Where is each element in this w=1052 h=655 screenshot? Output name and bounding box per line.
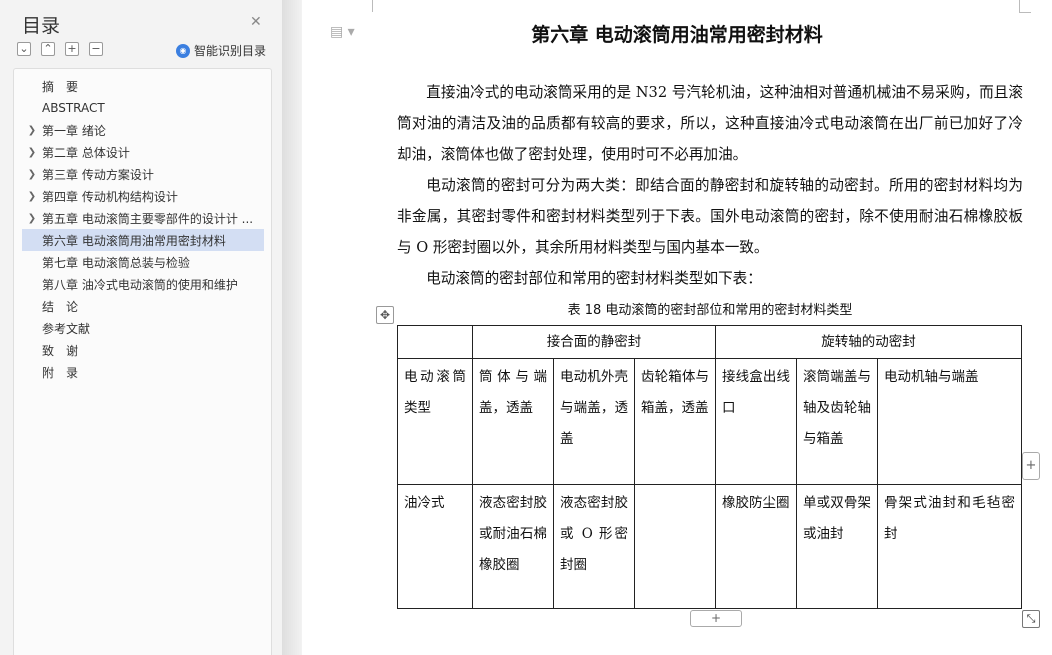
toc-item-label: 参考文献 xyxy=(42,321,91,336)
table-cell: 液态密封胶或耐油石棉橡胶圈 xyxy=(472,484,554,609)
table-row: 油冷式 液态密封胶或耐油石棉橡胶圈 液态密封胶或 O 形密封圈 橡胶防尘圈 单或… xyxy=(397,484,1022,609)
table-cell: 橡胶防尘圈 xyxy=(715,484,797,609)
page-margin-mark xyxy=(1019,12,1031,13)
chevron-right-icon[interactable]: ❯ xyxy=(22,125,42,136)
toc-item-label: 致 谢 xyxy=(42,343,79,358)
add-heading-icon[interactable]: + xyxy=(65,42,79,56)
add-column-button[interactable]: + xyxy=(1022,452,1040,480)
table-cell: 油冷式 xyxy=(397,484,473,609)
toc-list: 摘 要 ABSTRACT ❯ 第一章 绪论 ❯ 第二章 总体设计 ❯ 第三章 传… xyxy=(13,68,272,655)
toc-title: 目录 xyxy=(22,15,61,37)
resize-table-icon[interactable]: ⤡ xyxy=(1022,610,1040,628)
toc-item-label: ABSTRACT xyxy=(42,101,105,115)
toc-item-chapter-6[interactable]: 第六章 电动滚筒用油常用密封材料 xyxy=(22,229,264,251)
dynamic-seal-header: 旋转轴的动密封 xyxy=(715,325,1022,359)
toc-item-chapter-4[interactable]: ❯ 第四章 传动机构结构设计 xyxy=(22,185,264,207)
table-cell: 筒体与端盖，透盖 xyxy=(472,358,554,485)
toc-item-chapter-2[interactable]: ❯ 第二章 总体设计 xyxy=(22,141,264,163)
page-margin-mark xyxy=(372,0,373,12)
toc-item-conclusion[interactable]: 结 论 xyxy=(22,295,264,317)
chapter-title: 第六章 电动滚筒用油常用密封材料 xyxy=(531,24,823,46)
toc-item-abstract-en[interactable]: ABSTRACT xyxy=(22,97,264,119)
chevron-right-icon[interactable]: ❯ xyxy=(22,169,42,180)
panel-divider[interactable] xyxy=(282,0,302,655)
toc-item-chapter-8[interactable]: 第八章 油冷式电动滚筒的使用和维护 xyxy=(22,273,264,295)
table-cell xyxy=(634,484,716,609)
expand-all-icon[interactable]: ⌄ xyxy=(17,42,31,56)
table-cell: 齿轮箱体与箱盖，透盖 xyxy=(634,358,716,485)
toc-item-appendix[interactable]: 附 录 xyxy=(22,361,264,383)
page-margin-mark xyxy=(1019,0,1020,12)
table-cell: 接线盒出线口 xyxy=(715,358,797,485)
ai-icon: ◉ xyxy=(176,43,190,58)
toc-item-label: 摘 要 xyxy=(42,79,79,94)
toc-item-label: 附 录 xyxy=(42,365,79,380)
paragraph: 电动滚筒的密封部位和常用的密封材料类型如下表： xyxy=(426,270,762,287)
table-cell: 骨架式油封和毛毡密封 xyxy=(877,484,1022,609)
paragraph: 电动滚筒的密封可分为两大类：即结合面的静密封和旋转轴的动密封。所用的密封材料均为… xyxy=(397,177,1023,256)
toc-item-chapter-5[interactable]: ❯ 第五章 电动滚筒主要零部件的设计计 ... xyxy=(22,207,264,229)
toc-item-chapter-1[interactable]: ❯ 第一章 绪论 xyxy=(22,119,264,141)
chevron-right-icon[interactable]: ❯ xyxy=(22,147,42,158)
table-cell: 滚筒端盖与轴及齿轮轴与箱盖 xyxy=(796,358,878,485)
table-row: 电动滚筒类型 筒体与端盖，透盖 电动机外壳与端盖，透盖 齿轮箱体与箱盖，透盖 接… xyxy=(397,358,1022,485)
toc-item-abstract-cn[interactable]: 摘 要 xyxy=(22,75,264,97)
toc-toolbar: ⌄ ⌃ + − xyxy=(17,42,103,56)
toc-item-label: 结 论 xyxy=(42,299,79,314)
toc-item-chapter-3[interactable]: ❯ 第三章 传动方案设计 xyxy=(22,163,264,185)
collapse-all-icon[interactable]: ⌃ xyxy=(41,42,55,56)
document-page: ▤ ▾ 第六章 电动滚筒用油常用密封材料 直接油冷式的电动滚筒采用的是 N32 … xyxy=(302,0,1052,655)
toc-item-acknowledgement[interactable]: 致 谢 xyxy=(22,339,264,361)
toc-item-label: 第七章 电动滚筒总装与检验 xyxy=(42,255,190,270)
table-row: 接合面的静密封 旋转轴的动密封 xyxy=(397,325,1022,359)
toc-item-label: 第八章 油冷式电动滚筒的使用和维护 xyxy=(42,277,238,292)
toc-item-chapter-7[interactable]: 第七章 电动滚筒总装与检验 xyxy=(22,251,264,273)
ai-toc-button[interactable]: ◉ 智能识别目录 xyxy=(176,42,266,59)
chevron-right-icon[interactable]: ❯ xyxy=(22,191,42,202)
toc-panel: 目录 ✕ ⌄ ⌃ + − ◉ 智能识别目录 摘 要 ABSTRACT ❯ 第一章… xyxy=(0,0,282,655)
add-row-button[interactable]: + xyxy=(690,610,742,627)
chevron-right-icon[interactable]: ❯ xyxy=(22,213,42,224)
table-cell: 液态密封胶或 O 形密封圈 xyxy=(553,484,635,609)
close-icon[interactable]: ✕ xyxy=(250,14,262,30)
seal-table: 接合面的静密封 旋转轴的动密封 电动滚筒类型 筒体与端盖，透盖 电动机外壳与端盖… xyxy=(397,325,1022,609)
toc-item-label: 第二章 总体设计 xyxy=(42,145,130,160)
table-cell: 电动机轴与端盖 xyxy=(877,358,1022,485)
table-cell: 电动滚筒类型 xyxy=(397,358,473,485)
toc-item-label: 第六章 电动滚筒用油常用密封材料 xyxy=(42,233,226,248)
toc-item-references[interactable]: 参考文献 xyxy=(22,317,264,339)
ai-toc-label: 智能识别目录 xyxy=(194,44,267,58)
table-cell xyxy=(397,325,473,359)
toc-item-label: 第一章 绪论 xyxy=(42,123,106,138)
toc-item-label: 第五章 电动滚筒主要零部件的设计计 ... xyxy=(42,211,254,226)
remove-heading-icon[interactable]: − xyxy=(89,42,103,56)
table-cell: 电动机外壳与端盖，透盖 xyxy=(553,358,635,485)
toc-item-label: 第四章 传动机构结构设计 xyxy=(42,189,178,204)
table-caption: 表 18 电动滚筒的密封部位和常用的密封材料类型 xyxy=(567,303,853,318)
static-seal-header: 接合面的静密封 xyxy=(472,325,716,359)
table-cell: 单或双骨架或油封 xyxy=(796,484,878,609)
toc-item-label: 第三章 传动方案设计 xyxy=(42,167,154,182)
move-icon[interactable]: ✥ xyxy=(376,306,394,324)
paragraph: 直接油冷式的电动滚筒采用的是 N32 号汽轮机油，这种油相对普通机械油不易采购，… xyxy=(397,84,1023,163)
